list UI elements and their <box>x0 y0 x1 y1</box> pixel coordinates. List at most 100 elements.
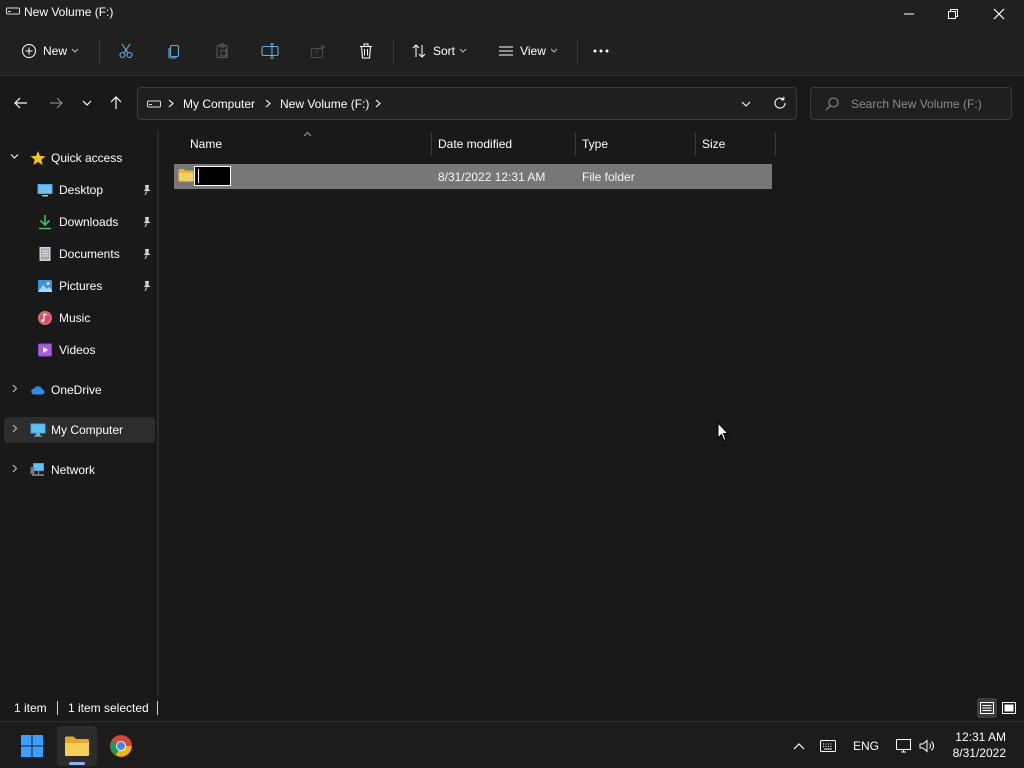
keyboard-icon <box>820 740 836 752</box>
pin-icon <box>143 217 151 228</box>
recent-locations-button[interactable] <box>75 91 99 115</box>
chevron-right-icon <box>12 464 18 473</box>
chevron-down-icon <box>82 100 92 106</box>
taskbar-file-explorer[interactable] <box>57 726 97 766</box>
trash-icon <box>360 43 372 59</box>
status-bar: 1 item 1 item selected <box>0 696 1024 721</box>
arrow-left-icon <box>14 97 27 109</box>
column-divider[interactable] <box>695 132 696 156</box>
scissors-icon <box>119 43 133 59</box>
column-divider[interactable] <box>775 132 776 156</box>
taskbar: ENG 12:31 AM 8/31/2022 <box>0 721 1024 768</box>
more-icon <box>593 49 609 53</box>
music-icon <box>38 311 52 325</box>
search-input[interactable]: Search New Volume (F:) <box>810 87 1012 120</box>
nav-item-music[interactable]: Music <box>4 305 155 331</box>
chevron-down-icon <box>71 48 79 53</box>
window-title: New Volume (F:) <box>24 5 114 19</box>
chevron-right-icon <box>168 99 174 108</box>
arrow-right-icon <box>50 97 63 109</box>
nav-item-downloads[interactable]: Downloads <box>4 209 155 235</box>
rename-icon <box>261 43 279 59</box>
nav-network[interactable]: Network <box>4 457 155 483</box>
address-history-chevron-icon[interactable] <box>741 101 751 107</box>
details-view-button[interactable] <box>977 698 997 718</box>
touch-keyboard-button[interactable] <box>818 736 838 756</box>
network-status-icon <box>896 739 911 753</box>
pin-icon <box>143 249 151 260</box>
column-header-type[interactable]: Type <box>582 137 608 151</box>
command-bar: New Sort View <box>0 28 1024 76</box>
nav-item-desktop[interactable]: Desktop <box>4 177 155 203</box>
nav-label: Downloads <box>59 215 119 229</box>
breadcrumb-new-volume[interactable]: New Volume (F:) <box>280 97 369 111</box>
tiles-view-icon <box>1002 702 1016 714</box>
title-bar: New Volume (F:) <box>0 0 1024 28</box>
breadcrumb-my-computer[interactable]: My Computer <box>183 97 255 111</box>
refresh-icon[interactable] <box>773 96 787 110</box>
column-divider[interactable] <box>575 132 576 156</box>
rename-button[interactable] <box>256 36 284 66</box>
thumbnails-view-button[interactable] <box>999 698 1019 718</box>
volume-button[interactable] <box>918 736 938 756</box>
sort-button[interactable]: Sort <box>404 36 474 66</box>
rename-input[interactable] <box>194 166 231 186</box>
network-status-button[interactable] <box>894 736 914 756</box>
start-button[interactable] <box>12 726 52 766</box>
new-button[interactable]: New <box>14 36 86 66</box>
nav-quick-access[interactable]: Quick access <box>4 145 155 171</box>
star-icon <box>30 151 46 165</box>
chevron-right-icon <box>12 384 18 393</box>
up-button[interactable] <box>104 91 128 115</box>
more-options-button[interactable] <box>588 36 614 66</box>
nav-label: Documents <box>59 247 120 261</box>
sort-icon <box>412 44 426 58</box>
search-icon <box>825 97 839 111</box>
nav-my-computer[interactable]: My Computer <box>4 417 155 443</box>
chevron-up-icon <box>793 743 805 750</box>
show-hidden-icons-button[interactable] <box>790 736 808 756</box>
windows-logo-icon <box>21 735 43 757</box>
nav-onedrive[interactable]: OneDrive <box>4 377 155 403</box>
close-button[interactable] <box>976 0 1022 28</box>
cut-button[interactable] <box>112 36 140 66</box>
address-row: My Computer New Volume (F:) Search New V… <box>0 77 1024 131</box>
computer-icon <box>30 423 46 437</box>
column-header-date-modified[interactable]: Date modified <box>438 137 512 151</box>
share-button[interactable] <box>304 36 332 66</box>
cell-date-modified: 8/31/2022 12:31 AM <box>438 170 546 184</box>
paste-button[interactable] <box>208 36 236 66</box>
language-indicator[interactable]: ENG <box>848 736 884 756</box>
chevron-down-icon <box>550 48 558 53</box>
close-icon <box>993 8 1005 20</box>
forward-button[interactable] <box>44 91 68 115</box>
chevron-right-icon <box>265 99 271 108</box>
clock[interactable]: 12:31 AM 8/31/2022 <box>953 729 1006 761</box>
folder-icon <box>178 169 194 182</box>
nav-label: Videos <box>59 343 96 357</box>
column-divider[interactable] <box>431 132 432 156</box>
column-header-size[interactable]: Size <box>702 137 725 151</box>
nav-label: OneDrive <box>51 383 102 397</box>
copy-button[interactable] <box>160 36 188 66</box>
chevron-right-icon <box>12 424 18 433</box>
restore-button[interactable] <box>930 0 976 28</box>
text-caret <box>198 169 199 183</box>
nav-item-documents[interactable]: Documents <box>4 241 155 267</box>
cell-type: File folder <box>582 170 635 184</box>
taskbar-chrome[interactable] <box>101 726 141 766</box>
minimize-button[interactable] <box>886 0 932 28</box>
pictures-icon <box>38 280 52 292</box>
file-explorer-icon <box>65 736 89 756</box>
delete-button[interactable] <box>352 36 380 66</box>
address-bar[interactable]: My Computer New Volume (F:) <box>137 87 797 120</box>
copy-icon <box>168 44 180 59</box>
nav-item-videos[interactable]: Videos <box>4 337 155 363</box>
column-header-name[interactable]: Name <box>190 137 222 151</box>
nav-label: Music <box>59 311 91 325</box>
videos-icon <box>38 343 52 357</box>
back-button[interactable] <box>9 91 33 115</box>
view-button[interactable]: View <box>492 36 564 66</box>
nav-item-pictures[interactable]: Pictures <box>4 273 155 299</box>
details-view-icon <box>980 702 994 714</box>
